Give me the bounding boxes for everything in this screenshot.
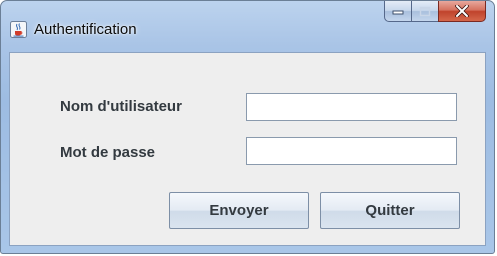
java-cup-icon[interactable] bbox=[10, 21, 27, 38]
close-icon bbox=[455, 5, 469, 17]
caption-buttons bbox=[384, 1, 486, 23]
login-window: Authentification Nom d'utilisateur Mot d… bbox=[0, 0, 495, 254]
minimize-icon bbox=[392, 10, 404, 15]
send-button[interactable]: Envoyer bbox=[169, 192, 309, 229]
title-bar[interactable]: Authentification bbox=[1, 1, 494, 53]
minimize-button[interactable] bbox=[384, 1, 411, 22]
maximize-icon bbox=[419, 6, 431, 16]
quit-button[interactable]: Quitter bbox=[320, 192, 460, 229]
username-label: Nom d'utilisateur bbox=[60, 98, 182, 115]
form-panel: Nom d'utilisateur Mot de passe Envoyer Q… bbox=[9, 52, 486, 246]
window-title: Authentification bbox=[34, 21, 137, 38]
maximize-button[interactable] bbox=[411, 1, 438, 22]
password-label: Mot de passe bbox=[60, 144, 156, 161]
username-field[interactable] bbox=[246, 93, 457, 121]
close-button[interactable] bbox=[438, 1, 486, 22]
password-field[interactable] bbox=[246, 137, 457, 165]
